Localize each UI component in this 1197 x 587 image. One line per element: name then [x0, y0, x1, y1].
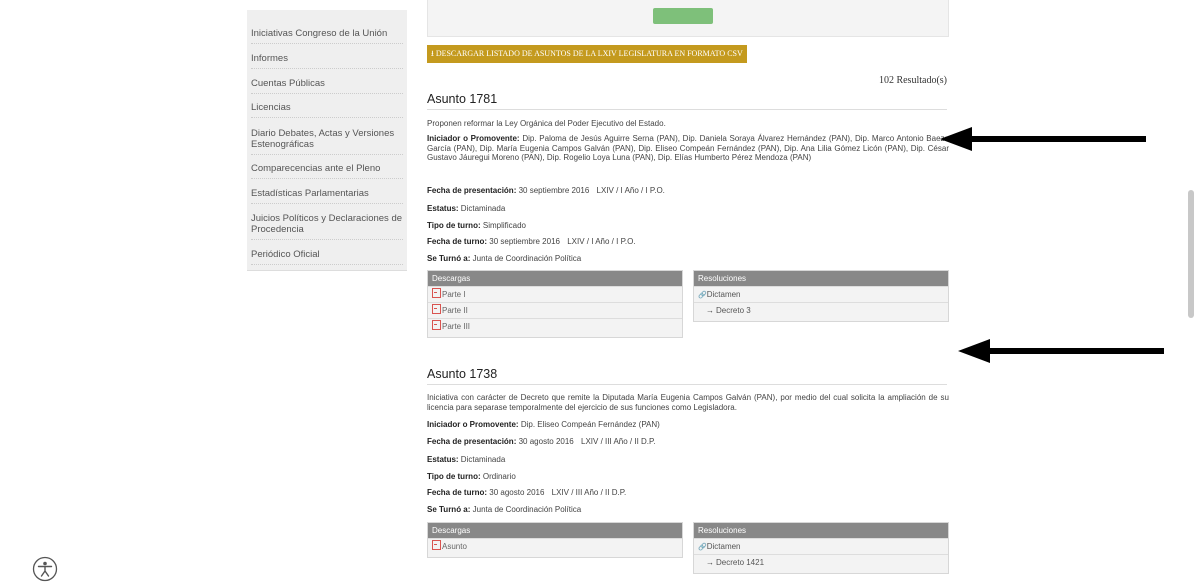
iniciador-label: Iniciador o Promovente:: [427, 420, 519, 429]
asunto-fecha-turno: Fecha de turno: 30 septiembre 2016 LXIV …: [427, 237, 949, 247]
download-link-label: Parte III: [442, 322, 471, 331]
download-link-parte-2[interactable]: Parte II: [428, 302, 682, 318]
fecha-presentacion-value: 30 septiembre 2016: [518, 186, 590, 195]
annotation-arrow-left: [940, 127, 1146, 151]
descargas-header: Descargas: [428, 271, 682, 286]
sidebar-item-comparecencias[interactable]: Comparecencias ante el Pleno: [251, 163, 403, 179]
asunto-description: Proponen reformar la Ley Orgánica del Po…: [427, 119, 666, 128]
descargas-panel: Descargas Parte I Parte II Parte III: [427, 270, 683, 338]
tipo-turno-value: Ordinario: [482, 472, 516, 481]
download-link-parte-1[interactable]: Parte I: [428, 286, 682, 302]
tipo-turno-value: Simplificado: [482, 221, 526, 230]
decreto-label: Decreto 3: [716, 306, 751, 315]
resoluciones-header: Resoluciones: [694, 523, 948, 538]
results-count: 102 Resultado(s): [878, 75, 947, 86]
fecha-turno-periodo: LXIV / I Año / I P.O.: [567, 237, 636, 246]
dictamen-label: Dictamen: [706, 290, 741, 299]
fecha-turno-value: 30 agosto 2016: [489, 488, 545, 497]
asunto-tipo-turno: Tipo de turno: Ordinario: [427, 472, 949, 482]
asunto-estatus: Estatus: Dictaminada: [427, 204, 949, 214]
asunto-se-turno: Se Turnó a: Junta de Coordinación Políti…: [427, 254, 949, 264]
download-link-parte-3[interactable]: Parte III: [428, 318, 682, 334]
pdf-icon: [432, 540, 441, 550]
fecha-presentacion-periodo: LXIV / I Año / I P.O.: [596, 186, 665, 195]
sidebar-item-estadisticas[interactable]: Estadísticas Parlamentarias: [251, 188, 403, 204]
asunto-iniciador: Iniciador o Promovente: Dip. Paloma de J…: [427, 134, 949, 163]
estatus-value: Dictaminada: [460, 204, 506, 213]
pdf-icon: [432, 304, 441, 314]
sidebar-item-cuentas-publicas[interactable]: Cuentas Públicas: [251, 78, 403, 94]
fecha-turno-label: Fecha de turno:: [427, 237, 488, 246]
download-link-asunto[interactable]: Asunto: [428, 538, 682, 554]
download-icon: ⭳: [431, 49, 434, 58]
search-button[interactable]: [653, 8, 713, 24]
estatus-label: Estatus:: [427, 204, 459, 213]
scrollbar-thumb[interactable]: [1188, 190, 1194, 318]
tipo-turno-label: Tipo de turno:: [427, 472, 481, 481]
sidebar-item-juicios-politicos[interactable]: Juicios Políticos y Declaraciones de Pro…: [251, 213, 403, 240]
pdf-icon: [432, 288, 441, 298]
se-turno-label: Se Turnó a:: [427, 505, 471, 514]
annotation-arrow-left: [958, 339, 1164, 363]
download-link-label: Asunto: [442, 542, 467, 551]
sidebar-item-iniciativas[interactable]: Iniciativas Congreso de la Unión: [251, 28, 403, 44]
fecha-presentacion-periodo: LXIV / III Año / II D.P.: [581, 437, 656, 446]
fecha-turno-periodo: LXIV / III Año / II D.P.: [551, 488, 627, 497]
fecha-presentacion-label: Fecha de presentación:: [427, 186, 517, 195]
asunto-title: Asunto 1738: [427, 367, 947, 385]
fecha-presentacion-value: 30 agosto 2016: [518, 437, 574, 446]
fecha-turno-label: Fecha de turno:: [427, 488, 488, 497]
tipo-turno-label: Tipo de turno:: [427, 221, 481, 230]
resoluciones-header: Resoluciones: [694, 271, 948, 286]
pdf-icon: [432, 320, 441, 330]
fecha-turno-value: 30 septiembre 2016: [489, 237, 560, 246]
asunto-se-turno: Se Turnó a: Junta de Coordinación Políti…: [427, 505, 949, 515]
accessibility-icon[interactable]: [32, 556, 58, 582]
arrow-right-icon: →: [706, 306, 714, 315]
asunto-fecha-turno: Fecha de turno: 30 agosto 2016 LXIV / II…: [427, 488, 949, 498]
se-turno-label: Se Turnó a:: [427, 254, 471, 263]
dictamen-label: Dictamen: [706, 542, 741, 551]
asunto-fecha-presentacion: Fecha de presentación: 30 septiembre 201…: [427, 186, 949, 196]
estatus-label: Estatus:: [427, 455, 459, 464]
arrow-right-icon: →: [706, 558, 714, 567]
descargas-panel: Descargas Asunto: [427, 522, 683, 558]
asunto-description: Iniciativa con carácter de Decreto que r…: [427, 393, 949, 412]
estatus-value: Dictaminada: [460, 455, 506, 464]
dictamen-link[interactable]: 🔗Dictamen: [694, 538, 948, 554]
sidebar-menu: Iniciativas Congreso de la Unión Informe…: [247, 10, 407, 271]
resoluciones-panel: Resoluciones 🔗Dictamen → Decreto 1421: [693, 522, 949, 574]
decreto-label: Decreto 1421: [716, 558, 765, 567]
fecha-presentacion-label: Fecha de presentación:: [427, 437, 517, 446]
iniciador-label: Iniciador o Promovente:: [427, 134, 520, 143]
decreto-link[interactable]: → Decreto 3: [694, 302, 948, 318]
sidebar-item-informes[interactable]: Informes: [251, 53, 403, 69]
asunto-title: Asunto 1781: [427, 92, 947, 110]
search-panel: [427, 0, 949, 37]
dictamen-link[interactable]: 🔗Dictamen: [694, 286, 948, 302]
download-csv-label: DESCARGAR LISTADO DE ASUNTOS DE LA LXIV …: [435, 49, 743, 58]
descargas-header: Descargas: [428, 523, 682, 538]
sidebar-item-periodico-oficial[interactable]: Periódico Oficial: [251, 249, 403, 265]
resoluciones-panel: Resoluciones 🔗Dictamen → Decreto 3: [693, 270, 949, 322]
link-icon: 🔗: [698, 544, 707, 551]
link-icon: 🔗: [698, 292, 707, 299]
asunto-iniciador: Iniciador o Promovente: Dip. Eliseo Comp…: [427, 420, 949, 430]
download-link-label: Parte I: [442, 290, 466, 299]
asunto-fecha-presentacion: Fecha de presentación: 30 agosto 2016 LX…: [427, 437, 949, 447]
decreto-link[interactable]: → Decreto 1421: [694, 554, 948, 570]
se-turno-value: Junta de Coordinación Política: [472, 505, 582, 514]
asunto-estatus: Estatus: Dictaminada: [427, 455, 949, 465]
download-link-label: Parte II: [442, 306, 468, 315]
asunto-tipo-turno: Tipo de turno: Simplificado: [427, 221, 949, 231]
download-csv-button[interactable]: ⭳ DESCARGAR LISTADO DE ASUNTOS DE LA LXI…: [427, 45, 747, 63]
se-turno-value: Junta de Coordinación Política: [472, 254, 582, 263]
sidebar-item-licencias[interactable]: Licencias: [251, 102, 403, 118]
sidebar-item-diario-debates[interactable]: Diario Debates, Actas y Versiones Esteno…: [251, 128, 403, 155]
iniciador-value: Dip. Eliseo Compeán Fernández (PAN): [520, 420, 660, 429]
